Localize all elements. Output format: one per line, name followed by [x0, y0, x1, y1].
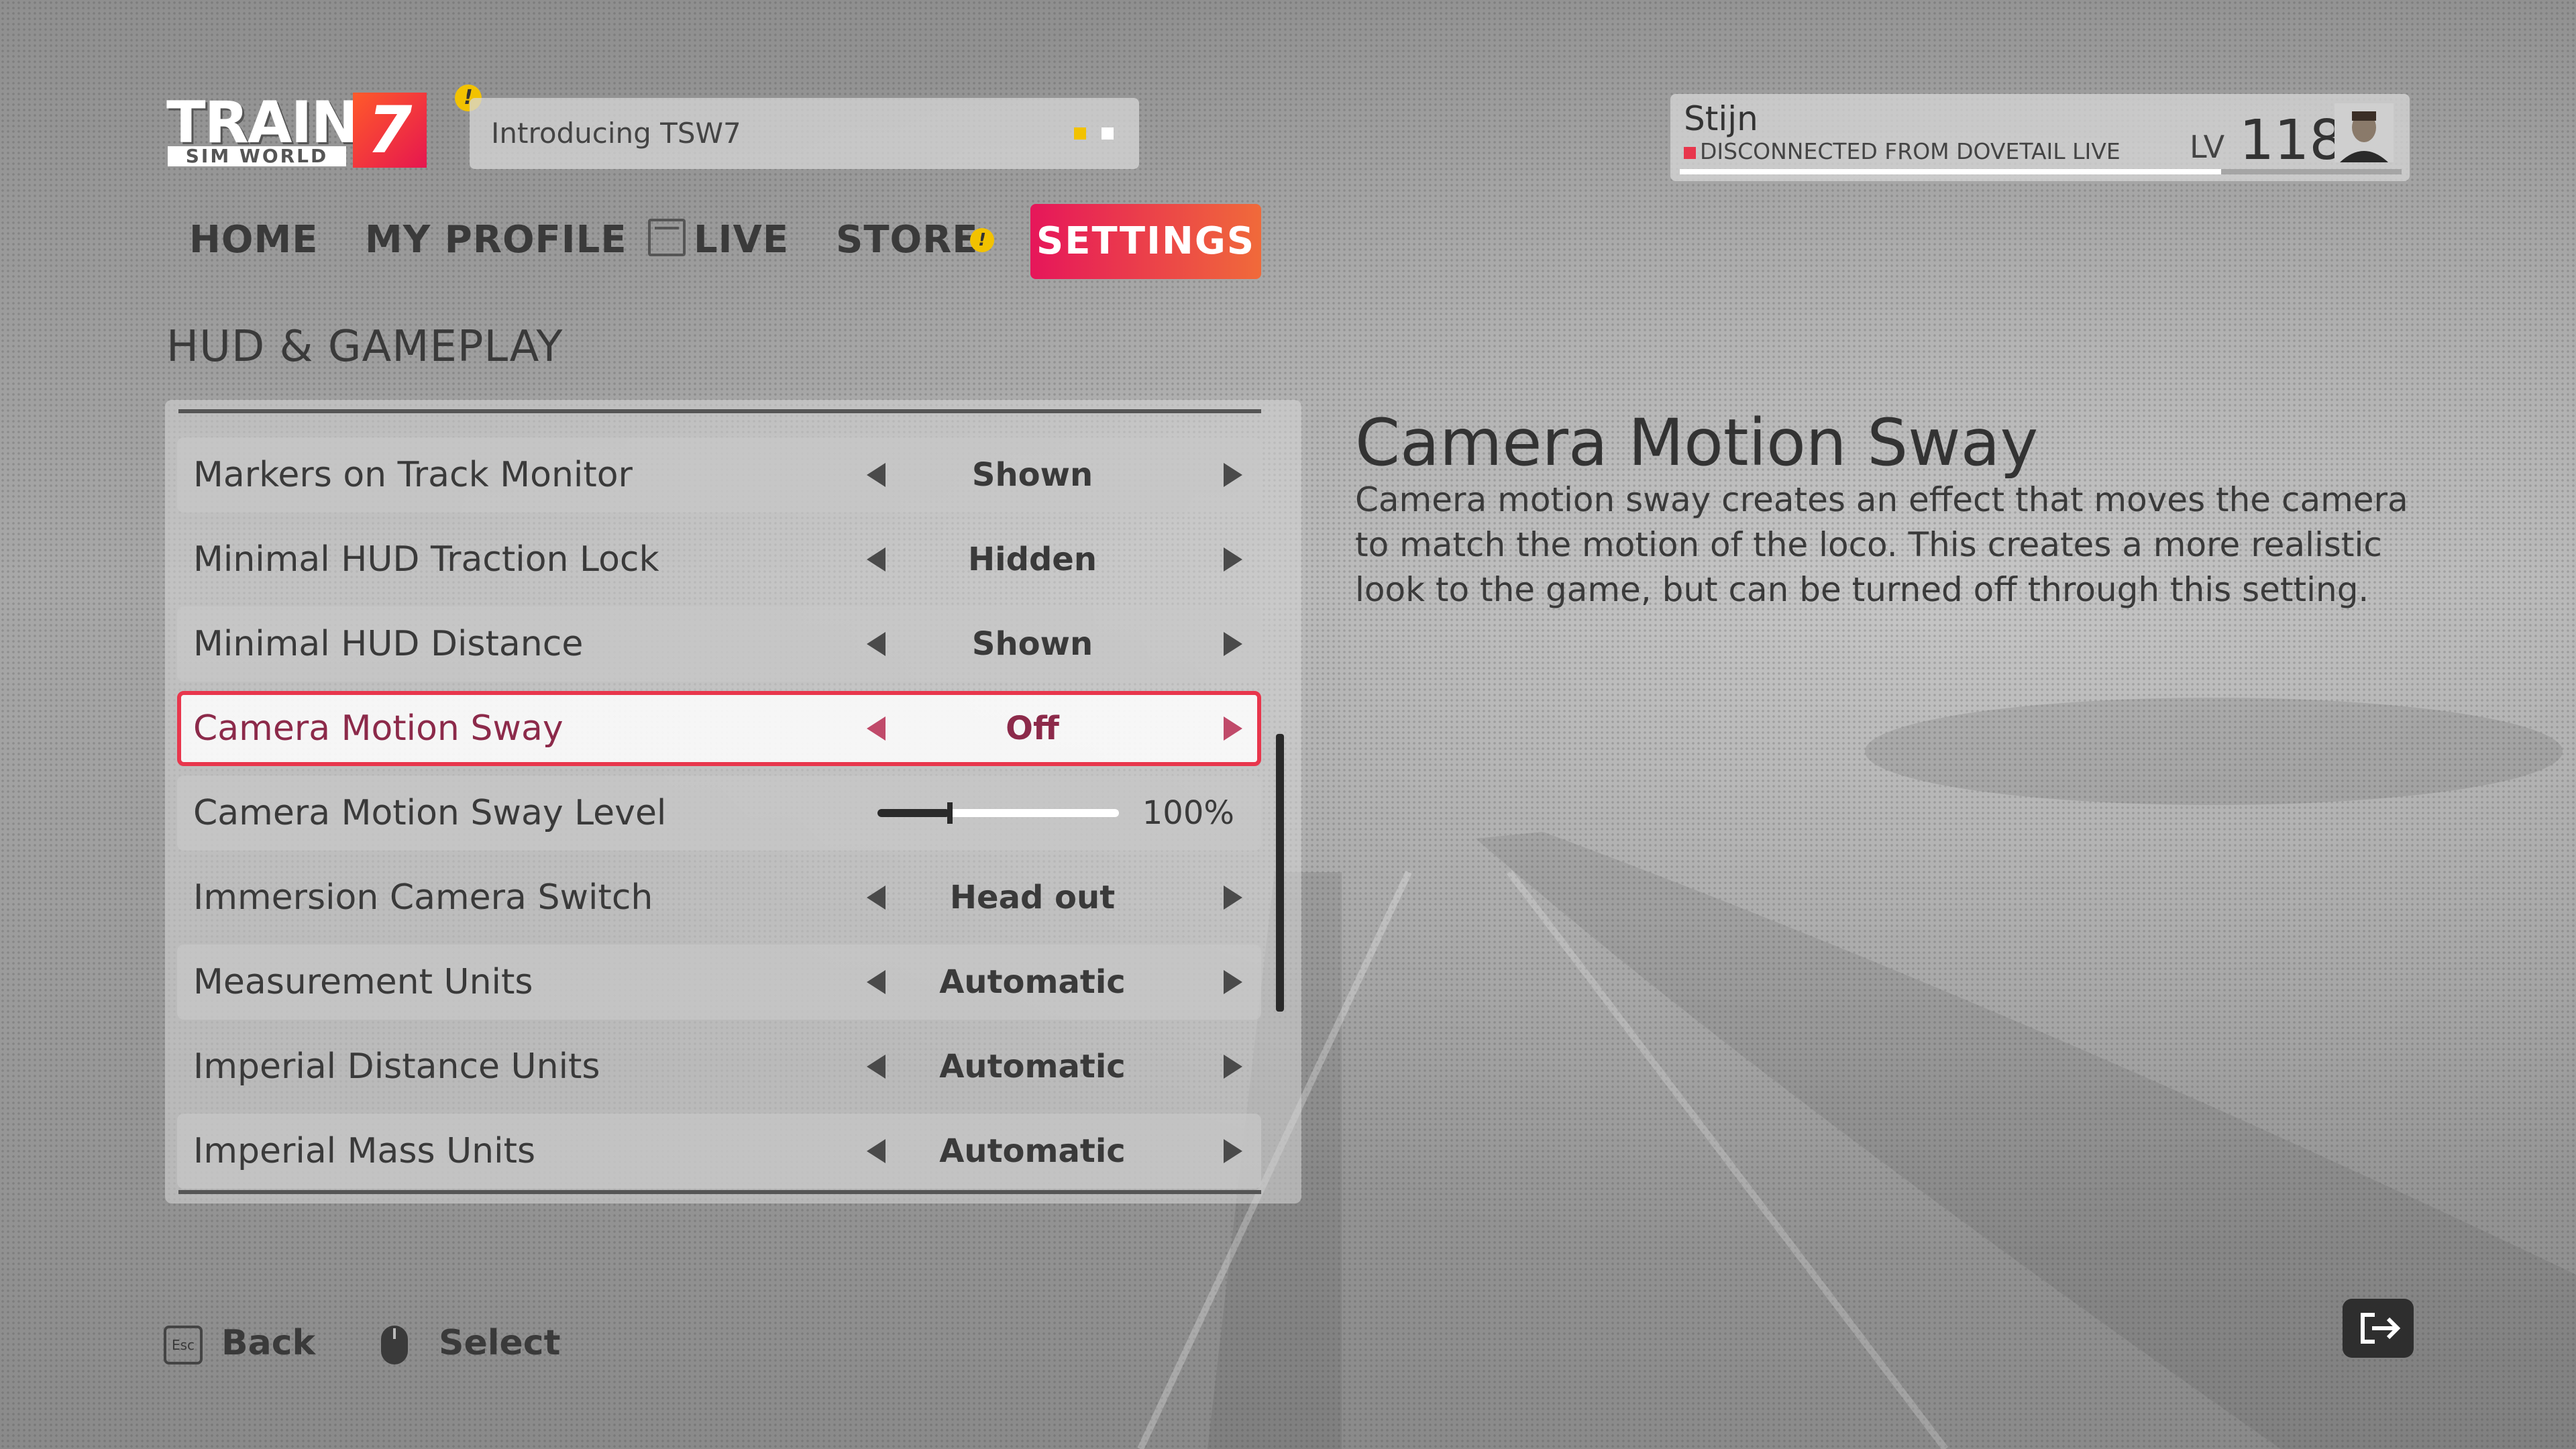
live-icon — [648, 219, 686, 256]
description-body: Camera motion sway creates an effect tha… — [1355, 480, 2408, 609]
back-hint[interactable]: Esc Back — [164, 1316, 315, 1370]
mouse-icon — [381, 1326, 408, 1364]
tab-store[interactable]: STORE — [836, 201, 979, 279]
setting-row-minimal-hud-traction-lock[interactable]: Minimal HUD Traction Lock Hidden — [177, 522, 1261, 597]
arrow-left-icon[interactable] — [867, 463, 885, 487]
slider-handle[interactable] — [947, 802, 953, 824]
setting-value: Automatic — [939, 1132, 1126, 1170]
arrow-left-icon[interactable] — [867, 1139, 885, 1163]
exit-button[interactable] — [2343, 1299, 2414, 1358]
setting-value: Shown — [971, 625, 1093, 663]
arrow-left-icon[interactable] — [867, 547, 885, 572]
arrow-right-icon[interactable] — [1224, 970, 1242, 994]
slider-fill — [877, 809, 950, 817]
level-label: LV — [2190, 129, 2225, 165]
tab-live-label: LIVE — [694, 218, 790, 262]
arrow-right-icon[interactable] — [1224, 463, 1242, 487]
setting-value: Shown — [971, 456, 1093, 494]
back-label: Back — [221, 1323, 316, 1363]
tab-my-profile[interactable]: MY PROFILE — [365, 201, 627, 279]
setting-value: Head out — [949, 879, 1116, 916]
settings-scrollbar[interactable] — [1276, 734, 1284, 1012]
setting-row-immersion-camera-switch[interactable]: Immersion Camera Switch Head out — [177, 860, 1261, 935]
arrow-right-icon[interactable] — [1224, 1139, 1242, 1163]
setting-label: Measurement Units — [193, 962, 533, 1002]
arrow-left-icon[interactable] — [867, 1055, 885, 1079]
news-pagination — [1062, 127, 1114, 142]
panel-bottom-divider — [178, 1190, 1261, 1194]
setting-row-minimal-hud-distance[interactable]: Minimal HUD Distance Shown — [177, 606, 1261, 682]
setting-row-camera-motion-sway[interactable]: Camera Motion Sway Off — [177, 691, 1261, 766]
setting-row-markers-on-track-monitor[interactable]: Markers on Track Monitor Shown — [177, 437, 1261, 513]
arrow-right-icon[interactable] — [1224, 1055, 1242, 1079]
setting-value: 100% — [1142, 794, 1234, 832]
train-sim-world-logo: TRAIN SIM WORLD 7 — [166, 93, 427, 168]
logo-number: 7 — [353, 93, 427, 168]
status-dot-icon — [1684, 146, 1696, 159]
setting-row-camera-motion-sway-level[interactable]: Camera Motion Sway Level 100% — [177, 775, 1261, 851]
setting-value: Hidden — [967, 541, 1097, 578]
arrow-left-icon[interactable] — [867, 970, 885, 994]
store-alert-icon: ! — [970, 228, 994, 252]
select-label: Select — [439, 1323, 561, 1363]
xp-progress-fill — [1680, 169, 2221, 174]
sway-level-slider[interactable] — [877, 809, 1119, 817]
tab-home[interactable]: HOME — [189, 201, 318, 279]
level-value: 118 — [2239, 109, 2345, 172]
xp-progress-bar — [1680, 169, 2402, 174]
arrow-right-icon[interactable] — [1224, 632, 1242, 656]
setting-row-imperial-distance-units[interactable]: Imperial Distance Units Automatic — [177, 1029, 1261, 1104]
connection-status: DISCONNECTED FROM DOVETAIL LIVE — [1684, 138, 2121, 164]
setting-label: Immersion Camera Switch — [193, 877, 653, 918]
section-title: HUD & GAMEPLAY — [166, 322, 564, 372]
setting-row-imperial-mass-units[interactable]: Imperial Mass Units Automatic — [177, 1114, 1261, 1189]
tab-store-label: STORE — [836, 218, 979, 262]
news-dot[interactable] — [1102, 127, 1114, 140]
arrow-right-icon[interactable] — [1224, 885, 1242, 910]
exit-icon — [2361, 1313, 2401, 1344]
setting-row-measurement-units[interactable]: Measurement Units Automatic — [177, 945, 1261, 1020]
setting-label: Imperial Mass Units — [193, 1131, 536, 1171]
arrow-left-icon[interactable] — [867, 885, 885, 910]
arrow-left-icon[interactable] — [867, 632, 885, 656]
panel-top-divider — [178, 409, 1261, 413]
description-title: Camera Motion Sway — [1355, 405, 2039, 480]
arrow-right-icon[interactable] — [1224, 716, 1242, 741]
esc-key-icon: Esc — [164, 1326, 203, 1364]
news-banner[interactable]: Introducing TSW7 — [470, 98, 1139, 169]
setting-value: Automatic — [939, 1048, 1126, 1085]
news-dot-active[interactable] — [1073, 127, 1086, 140]
setting-label: Minimal HUD Distance — [193, 624, 584, 664]
news-text: Introducing TSW7 — [491, 117, 741, 150]
arrow-right-icon[interactable] — [1224, 547, 1242, 572]
setting-value: Off — [1006, 710, 1059, 747]
profile-name: Stijn — [1684, 99, 1758, 138]
setting-label: Camera Motion Sway — [193, 708, 564, 749]
setting-label: Imperial Distance Units — [193, 1046, 600, 1087]
setting-label: Minimal HUD Traction Lock — [193, 539, 659, 580]
tab-live[interactable]: LIVE — [648, 201, 789, 279]
connection-status-text: DISCONNECTED FROM DOVETAIL LIVE — [1700, 138, 2121, 164]
setting-label: Markers on Track Monitor — [193, 455, 633, 495]
setting-value: Automatic — [939, 963, 1126, 1001]
arrow-left-icon[interactable] — [867, 716, 885, 741]
profile-card[interactable]: Stijn DISCONNECTED FROM DOVETAIL LIVE LV… — [1670, 94, 2410, 181]
tab-settings[interactable]: SETTINGS — [1030, 204, 1261, 279]
logo-subtitle: SIM WORLD — [168, 146, 346, 166]
setting-label: Camera Motion Sway Level — [193, 793, 667, 833]
select-hint[interactable]: Select — [381, 1316, 561, 1370]
logo-word: TRAIN — [166, 89, 359, 156]
avatar — [2334, 103, 2394, 162]
